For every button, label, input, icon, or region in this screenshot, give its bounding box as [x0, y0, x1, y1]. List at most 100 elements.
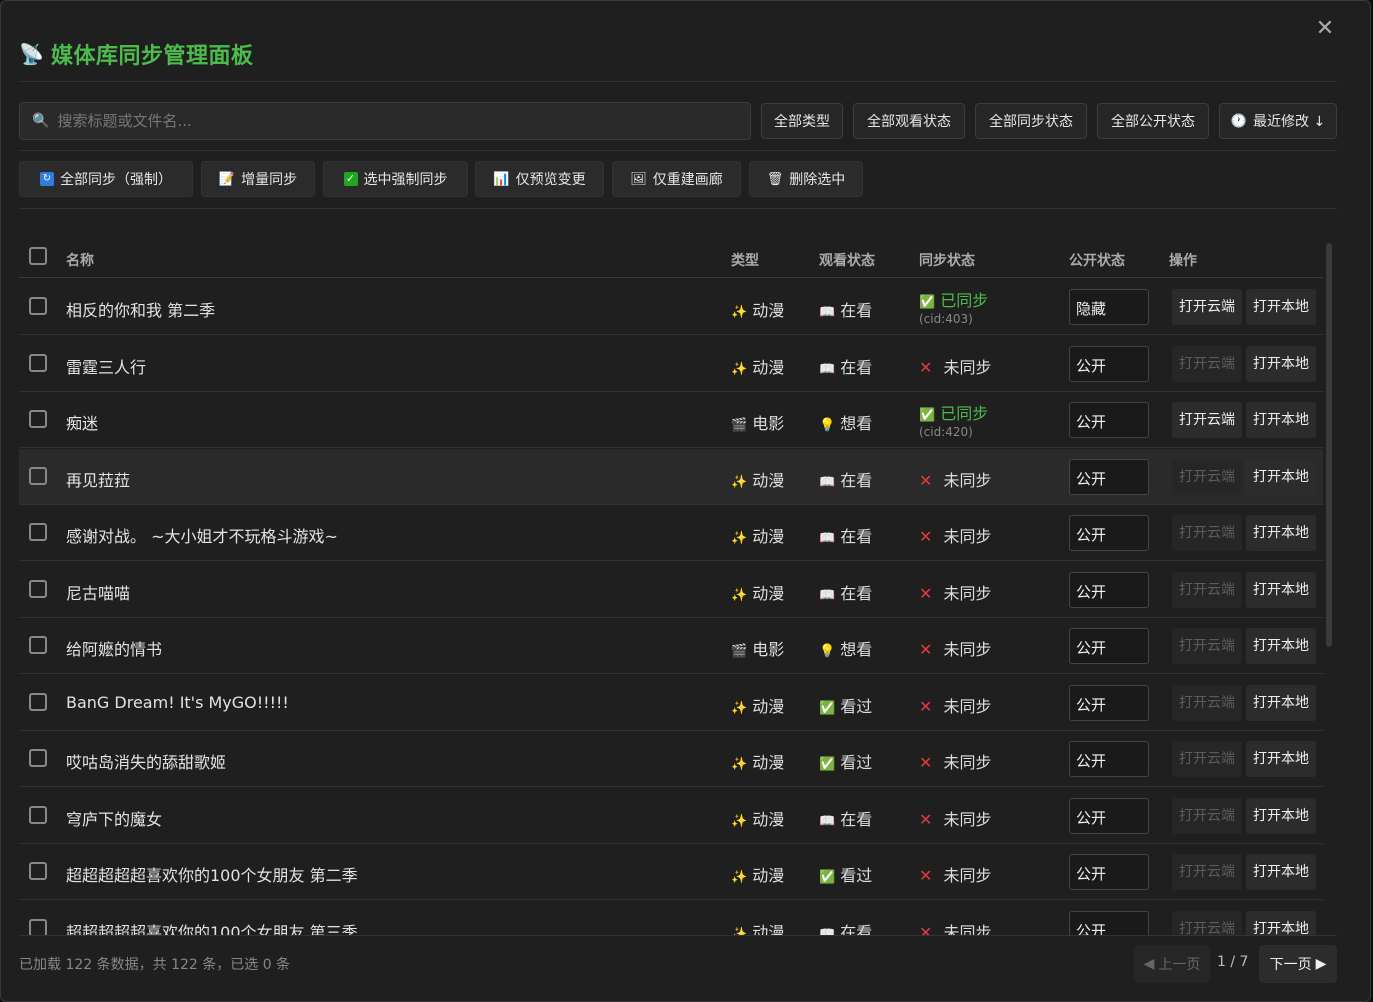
- open-local-button[interactable]: 打开本地: [1246, 741, 1316, 777]
- row-checkbox[interactable]: [29, 354, 47, 372]
- media-table: 名称 类型 观看状态 同步状态 公开状态 操作 相反的你和我 第二季 ✨ 动漫 …: [19, 241, 1323, 935]
- open-local-button[interactable]: 打开本地: [1246, 402, 1316, 438]
- prev-page-button[interactable]: ◀ 上一页: [1134, 945, 1210, 983]
- sort-select[interactable]: 🕐 最近修改 ↓: [1219, 103, 1337, 139]
- row-watch-status: 💡 想看: [819, 410, 872, 434]
- incremental-sync-button[interactable]: 📝 增量同步: [201, 161, 315, 197]
- open-cloud-button[interactable]: 打开云端: [1172, 741, 1242, 777]
- search-input[interactable]: [57, 112, 698, 130]
- open-cloud-button[interactable]: 打开云端: [1172, 628, 1242, 664]
- visibility-select[interactable]: 公开: [1069, 459, 1149, 495]
- delete-selected-button[interactable]: 🗑 删除选中: [749, 161, 863, 197]
- row-sync-label: 已同步: [940, 291, 989, 310]
- book-icon: 📖: [819, 362, 836, 377]
- next-page-button[interactable]: 下一页 ▶: [1259, 945, 1337, 983]
- select-all-checkbox[interactable]: [29, 247, 47, 265]
- open-local-button[interactable]: 打开本地: [1246, 289, 1316, 325]
- scrollbar[interactable]: [1326, 243, 1332, 647]
- open-cloud-button[interactable]: 打开云端: [1172, 459, 1242, 495]
- table-row[interactable]: 感谢对战。 ~大小姐才不玩格斗游戏~ ✨ 动漫 📖 在看 ✕ 未同步 公开 打开…: [19, 505, 1323, 561]
- cross-icon: ✕: [919, 527, 933, 546]
- row-checkbox[interactable]: [29, 693, 47, 711]
- row-type: ✨ 动漫: [731, 693, 784, 717]
- memo-icon: 📝: [218, 171, 236, 187]
- row-type-label: 动漫: [752, 471, 785, 490]
- row-title: 给阿嬷的情书: [66, 640, 163, 659]
- table-row[interactable]: 给阿嬷的情书 🎬 电影 💡 想看 ✕ 未同步 公开 打开云端 打开本地: [19, 618, 1323, 674]
- table-row[interactable]: 超超超超超喜欢你的100个女朋友 第二季 ✨ 动漫 ✅ 看过 ✕ 未同步 公开 …: [19, 844, 1323, 900]
- visibility-select[interactable]: 公开: [1069, 741, 1149, 777]
- force-sync-selected-button[interactable]: ✓ 选中强制同步: [323, 161, 468, 197]
- table-row[interactable]: 超超超超超喜欢你的100个女朋友 第三季 ✨ 动漫 📖 在看 ✕ 未同步 公开 …: [19, 901, 1323, 935]
- table-row[interactable]: 尼古喵喵 ✨ 动漫 📖 在看 ✕ 未同步 公开 打开云端 打开本地: [19, 562, 1323, 618]
- open-cloud-button[interactable]: 打开云端: [1172, 289, 1242, 325]
- row-sync-status: ✕ 未同步: [919, 354, 992, 378]
- table-row[interactable]: 穹庐下的魔女 ✨ 动漫 📖 在看 ✕ 未同步 公开 打开云端 打开本地: [19, 788, 1323, 844]
- visibility-select[interactable]: 公开: [1069, 628, 1149, 664]
- visibility-filter-select[interactable]: 全部公开状态: [1097, 103, 1209, 139]
- open-local-button[interactable]: 打开本地: [1246, 459, 1316, 495]
- open-local-button[interactable]: 打开本地: [1246, 346, 1316, 382]
- open-local-button[interactable]: 打开本地: [1246, 515, 1316, 551]
- watch-filter-select[interactable]: 全部观看状态: [853, 103, 965, 139]
- row-checkbox[interactable]: [29, 580, 47, 598]
- row-checkbox[interactable]: [29, 297, 47, 315]
- row-checkbox[interactable]: [29, 523, 47, 541]
- open-cloud-button[interactable]: 打开云端: [1172, 854, 1242, 890]
- visibility-select[interactable]: 公开: [1069, 402, 1149, 438]
- open-local-button[interactable]: 打开本地: [1246, 628, 1316, 664]
- rebuild-gallery-button[interactable]: 🖼 仅重建画廊: [612, 161, 741, 197]
- row-checkbox[interactable]: [29, 806, 47, 824]
- visibility-select[interactable]: 公开: [1069, 911, 1149, 935]
- open-cloud-button[interactable]: 打开云端: [1172, 798, 1242, 834]
- full-sync-button[interactable]: ↻ 全部同步（强制）: [19, 161, 193, 197]
- row-checkbox[interactable]: [29, 862, 47, 880]
- table-row[interactable]: 痴迷 🎬 电影 💡 想看 ✅ 已同步 (cid:420) 公开 打开云端 打开本…: [19, 392, 1323, 448]
- type-filter-select[interactable]: 全部类型: [761, 103, 843, 139]
- open-cloud-button[interactable]: 打开云端: [1172, 346, 1242, 382]
- table-row[interactable]: 再见菈菈 ✨ 动漫 📖 在看 ✕ 未同步 公开 打开云端 打开本地: [19, 449, 1323, 505]
- open-local-button[interactable]: 打开本地: [1246, 685, 1316, 721]
- row-checkbox[interactable]: [29, 467, 47, 485]
- open-cloud-button[interactable]: 打开云端: [1172, 911, 1242, 935]
- visibility-select[interactable]: 公开: [1069, 572, 1149, 608]
- row-type-label: 动漫: [752, 697, 785, 716]
- row-watch-label: 在看: [840, 358, 873, 377]
- search-icon: 🔍: [32, 113, 50, 129]
- visibility-value: 公开: [1076, 752, 1107, 770]
- sync-filter-select[interactable]: 全部同步状态: [975, 103, 1087, 139]
- column-header-actions: 操作: [1169, 253, 1197, 269]
- table-row[interactable]: 相反的你和我 第二季 ✨ 动漫 📖 在看 ✅ 已同步 (cid:403) 隐藏 …: [19, 279, 1323, 335]
- row-checkbox[interactable]: [29, 636, 47, 654]
- open-cloud-button[interactable]: 打开云端: [1172, 402, 1242, 438]
- row-checkbox[interactable]: [29, 410, 47, 428]
- row-watch-label: 想看: [840, 414, 873, 433]
- open-local-button[interactable]: 打开本地: [1246, 798, 1316, 834]
- open-local-button[interactable]: 打开本地: [1246, 572, 1316, 608]
- row-type-label: 动漫: [752, 358, 785, 377]
- visibility-select[interactable]: 公开: [1069, 515, 1149, 551]
- open-cloud-button[interactable]: 打开云端: [1172, 572, 1242, 608]
- visibility-select[interactable]: 公开: [1069, 685, 1149, 721]
- open-cloud-button[interactable]: 打开云端: [1172, 685, 1242, 721]
- row-type-label: 动漫: [752, 866, 785, 885]
- visibility-select[interactable]: 隐藏: [1069, 289, 1149, 325]
- open-cloud-button[interactable]: 打开云端: [1172, 515, 1242, 551]
- table-row[interactable]: 哎咕岛消失的舔甜歌姬 ✨ 动漫 ✅ 看过 ✕ 未同步 公开 打开云端 打开本地: [19, 731, 1323, 787]
- force-sync-selected-label: 选中强制同步: [363, 172, 448, 188]
- table-row[interactable]: BanG Dream! It's MyGO!!!!! ✨ 动漫 ✅ 看过 ✕ 未…: [19, 675, 1323, 731]
- open-local-button[interactable]: 打开本地: [1246, 854, 1316, 890]
- row-sync-status: ✕ 未同步: [919, 749, 992, 773]
- sparkle-icon: ✨: [731, 305, 748, 320]
- search-box[interactable]: 🔍: [19, 102, 751, 140]
- open-local-button[interactable]: 打开本地: [1246, 911, 1316, 935]
- visibility-select[interactable]: 公开: [1069, 798, 1149, 834]
- row-checkbox[interactable]: [29, 749, 47, 767]
- row-checkbox[interactable]: [29, 919, 47, 935]
- row-title: 痴迷: [66, 414, 99, 433]
- visibility-select[interactable]: 公开: [1069, 346, 1149, 382]
- preview-changes-button[interactable]: 📊 仅预览变更: [475, 161, 604, 197]
- table-row[interactable]: 雷霆三人行 ✨ 动漫 📖 在看 ✕ 未同步 公开 打开云端 打开本地: [19, 336, 1323, 392]
- visibility-select[interactable]: 公开: [1069, 854, 1149, 890]
- visibility-value: 公开: [1076, 526, 1107, 544]
